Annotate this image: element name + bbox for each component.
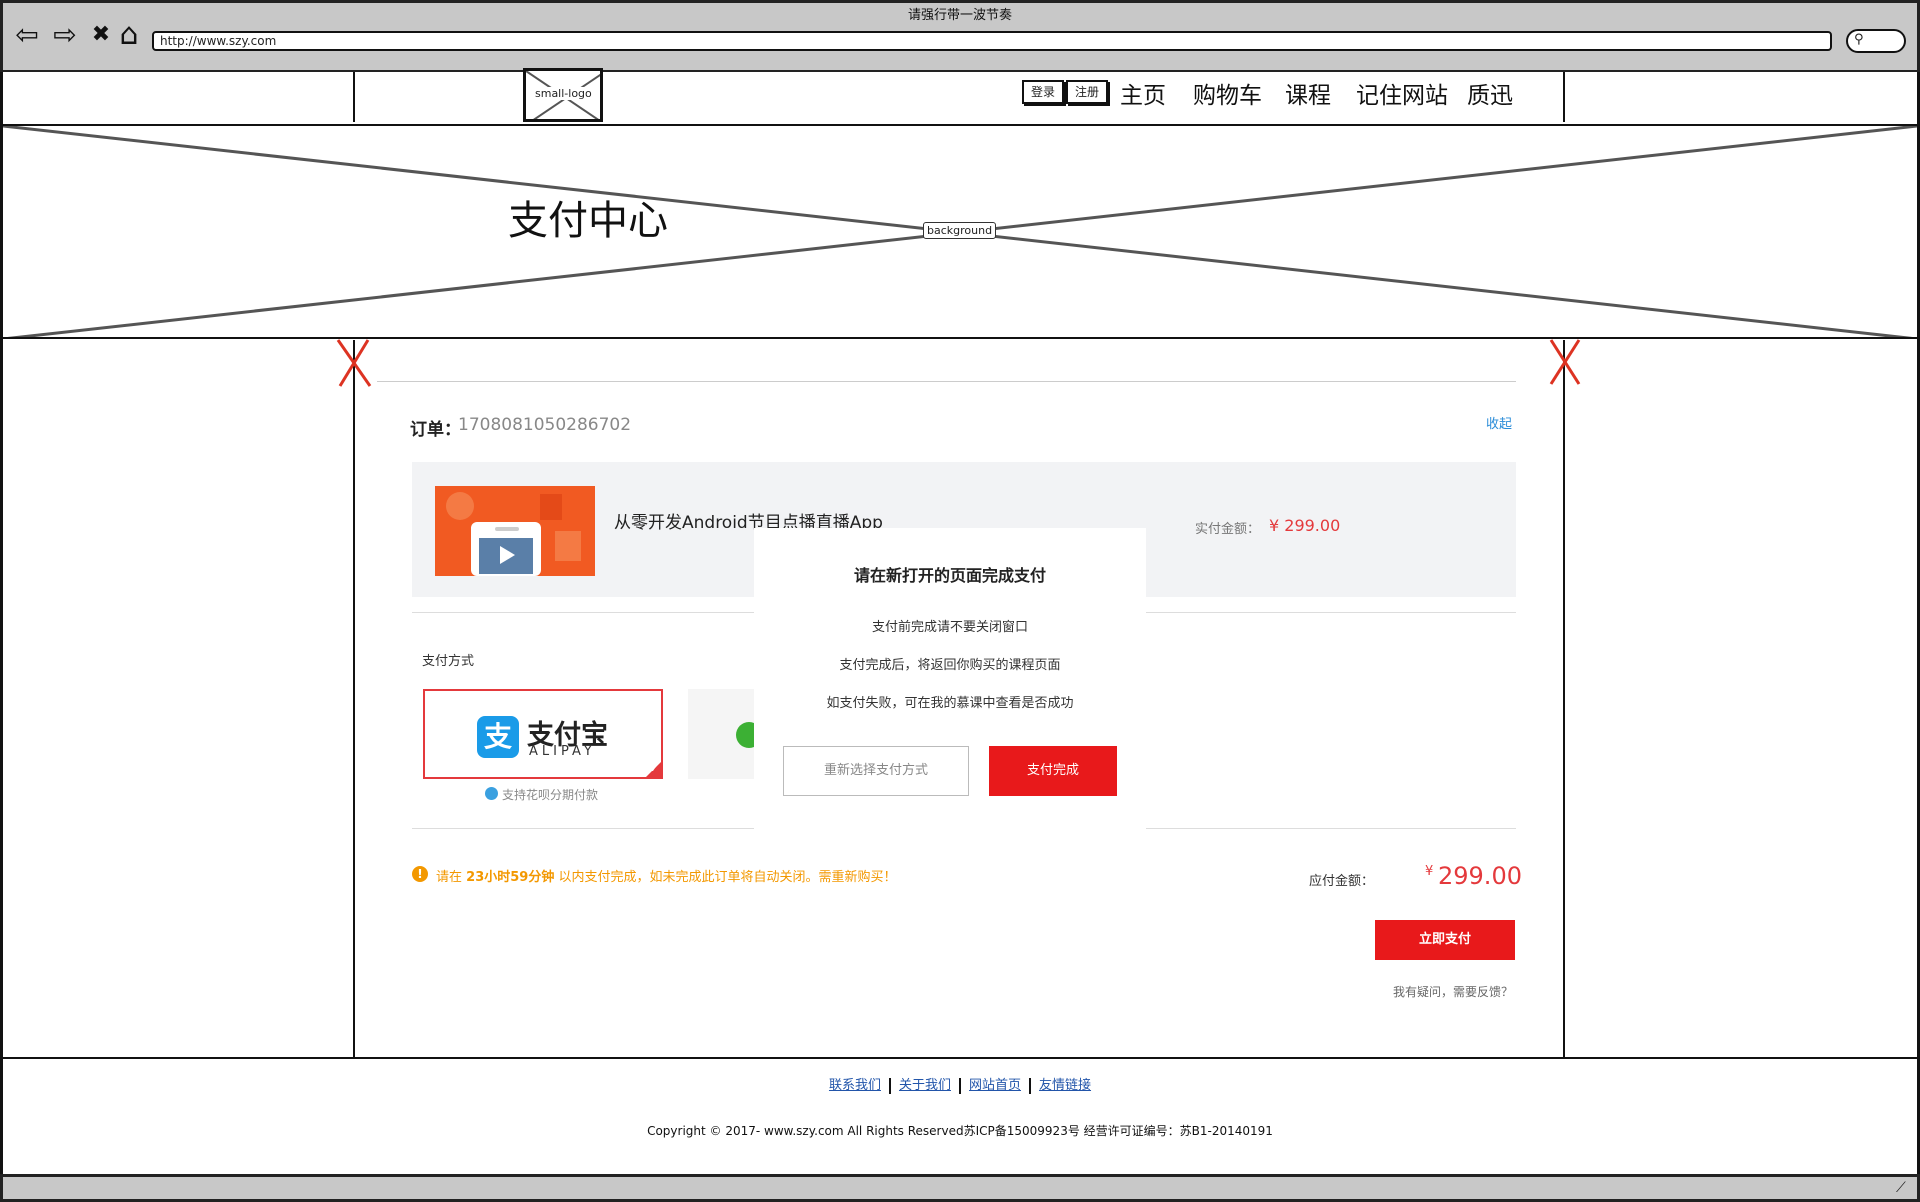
modal-instruction-3: 如支付失败，可在我的慕课中查看是否成功: [826, 696, 1074, 711]
footer-link-contact[interactable]: 联系我们: [829, 1078, 881, 1093]
browser-search-button[interactable]: ⚲: [1846, 29, 1906, 53]
browser-status-bar: [0, 1174, 1920, 1202]
footer-link-home[interactable]: 网站首页: [969, 1078, 1021, 1093]
modal-title: 请在新打开的页面完成支付: [853, 566, 1046, 585]
warning-time: 23小时59分钟: [466, 870, 555, 885]
header-divider-right: [1563, 72, 1565, 122]
footer-divider: [0, 1057, 1920, 1059]
logo-label: small-logo: [533, 87, 594, 100]
resize-grip-icon[interactable]: ⟋: [1896, 1180, 1906, 1196]
content-top-rule: [377, 381, 1516, 382]
nav-cart[interactable]: 购物车: [1193, 76, 1262, 110]
amount-due-label: 应付金额：: [1309, 874, 1375, 889]
nav-home[interactable]: 主页: [1120, 76, 1166, 110]
nav-bookmark-site[interactable]: 记住网站: [1356, 76, 1448, 110]
footer-link-friends[interactable]: 友情链接: [1039, 1078, 1091, 1093]
stop-icon[interactable]: ✖: [86, 20, 116, 50]
warning-prefix: 请在: [436, 870, 463, 885]
forward-arrow-icon[interactable]: ⇨: [50, 20, 80, 50]
huabei-note: 支持花呗分期付款: [502, 788, 599, 802]
register-button[interactable]: 注册: [1066, 80, 1108, 104]
footer-separator: [1029, 1077, 1032, 1094]
nav-courses[interactable]: 课程: [1285, 76, 1331, 110]
huabei-icon: [485, 787, 498, 800]
currency-symbol: ¥: [1425, 864, 1434, 879]
payment-deadline-warning: 请在 23小时59分钟 以内支付完成，如未完成此订单将自动关闭。需重新购买！: [436, 866, 897, 885]
collapse-link[interactable]: 收起: [1486, 413, 1512, 432]
modal-instruction-1: 支付前完成请不要关闭窗口: [871, 620, 1028, 635]
alipay-icon: 支: [477, 716, 519, 758]
pay-now-button[interactable]: 立即支付: [1375, 920, 1515, 960]
paid-amount-value: ¥ 299.00: [1269, 516, 1341, 535]
banner-image-label: background: [923, 222, 997, 239]
checkmark-icon: ✓: [650, 764, 659, 775]
login-button[interactable]: 登录: [1022, 80, 1064, 104]
modal-instruction-2: 支付完成后，将返回你购买的课程页面: [839, 658, 1061, 673]
alipay-english-name: ALIPAY: [529, 744, 596, 759]
footer-links: 联系我们 关于我们 网站首页 友情链接: [0, 1074, 1920, 1094]
nav-zhixun[interactable]: 质迅: [1467, 76, 1513, 110]
order-number: 1708081050286702: [458, 415, 632, 435]
order-label: 订单：: [410, 420, 461, 440]
amount-due-value: 299.00: [1438, 862, 1522, 890]
red-x-mark-left: [336, 339, 372, 387]
site-logo[interactable]: small-logo: [523, 68, 603, 122]
search-icon: ⚲: [1854, 32, 1864, 47]
back-arrow-icon[interactable]: ⇦: [12, 20, 42, 50]
payment-method-label: 支付方式: [422, 654, 475, 669]
header-divider-left: [353, 72, 355, 122]
content-divider-right: [1563, 340, 1565, 1058]
paid-amount-label: 实付金额：: [1195, 522, 1261, 537]
window-title: 请强行带一波节奏: [907, 8, 1012, 23]
red-x-mark-right: [1549, 339, 1581, 385]
reselect-payment-button[interactable]: 重新选择支付方式: [783, 746, 969, 796]
footer-separator: [888, 1077, 891, 1094]
url-bar[interactable]: http://www.szy.com: [152, 31, 1832, 51]
copyright: Copyright © 2017- www.szy.com All Rights…: [647, 1124, 1273, 1138]
page-title: 支付中心: [508, 198, 668, 244]
feedback-link[interactable]: 我有疑问，需要反馈？: [1393, 983, 1513, 1000]
product-thumbnail[interactable]: [435, 486, 595, 576]
content-divider-left: [353, 340, 355, 1058]
footer-link-about[interactable]: 关于我们: [899, 1078, 951, 1093]
course-thumbnail-graphic: [435, 486, 595, 576]
home-icon[interactable]: ⌂: [114, 20, 144, 50]
warning-icon: !: [412, 866, 428, 882]
warning-suffix: 以内支付完成，如未完成此订单将自动关闭。需重新购买！: [558, 870, 897, 885]
payment-done-button[interactable]: 支付完成: [989, 746, 1117, 796]
footer-separator: [959, 1077, 961, 1094]
